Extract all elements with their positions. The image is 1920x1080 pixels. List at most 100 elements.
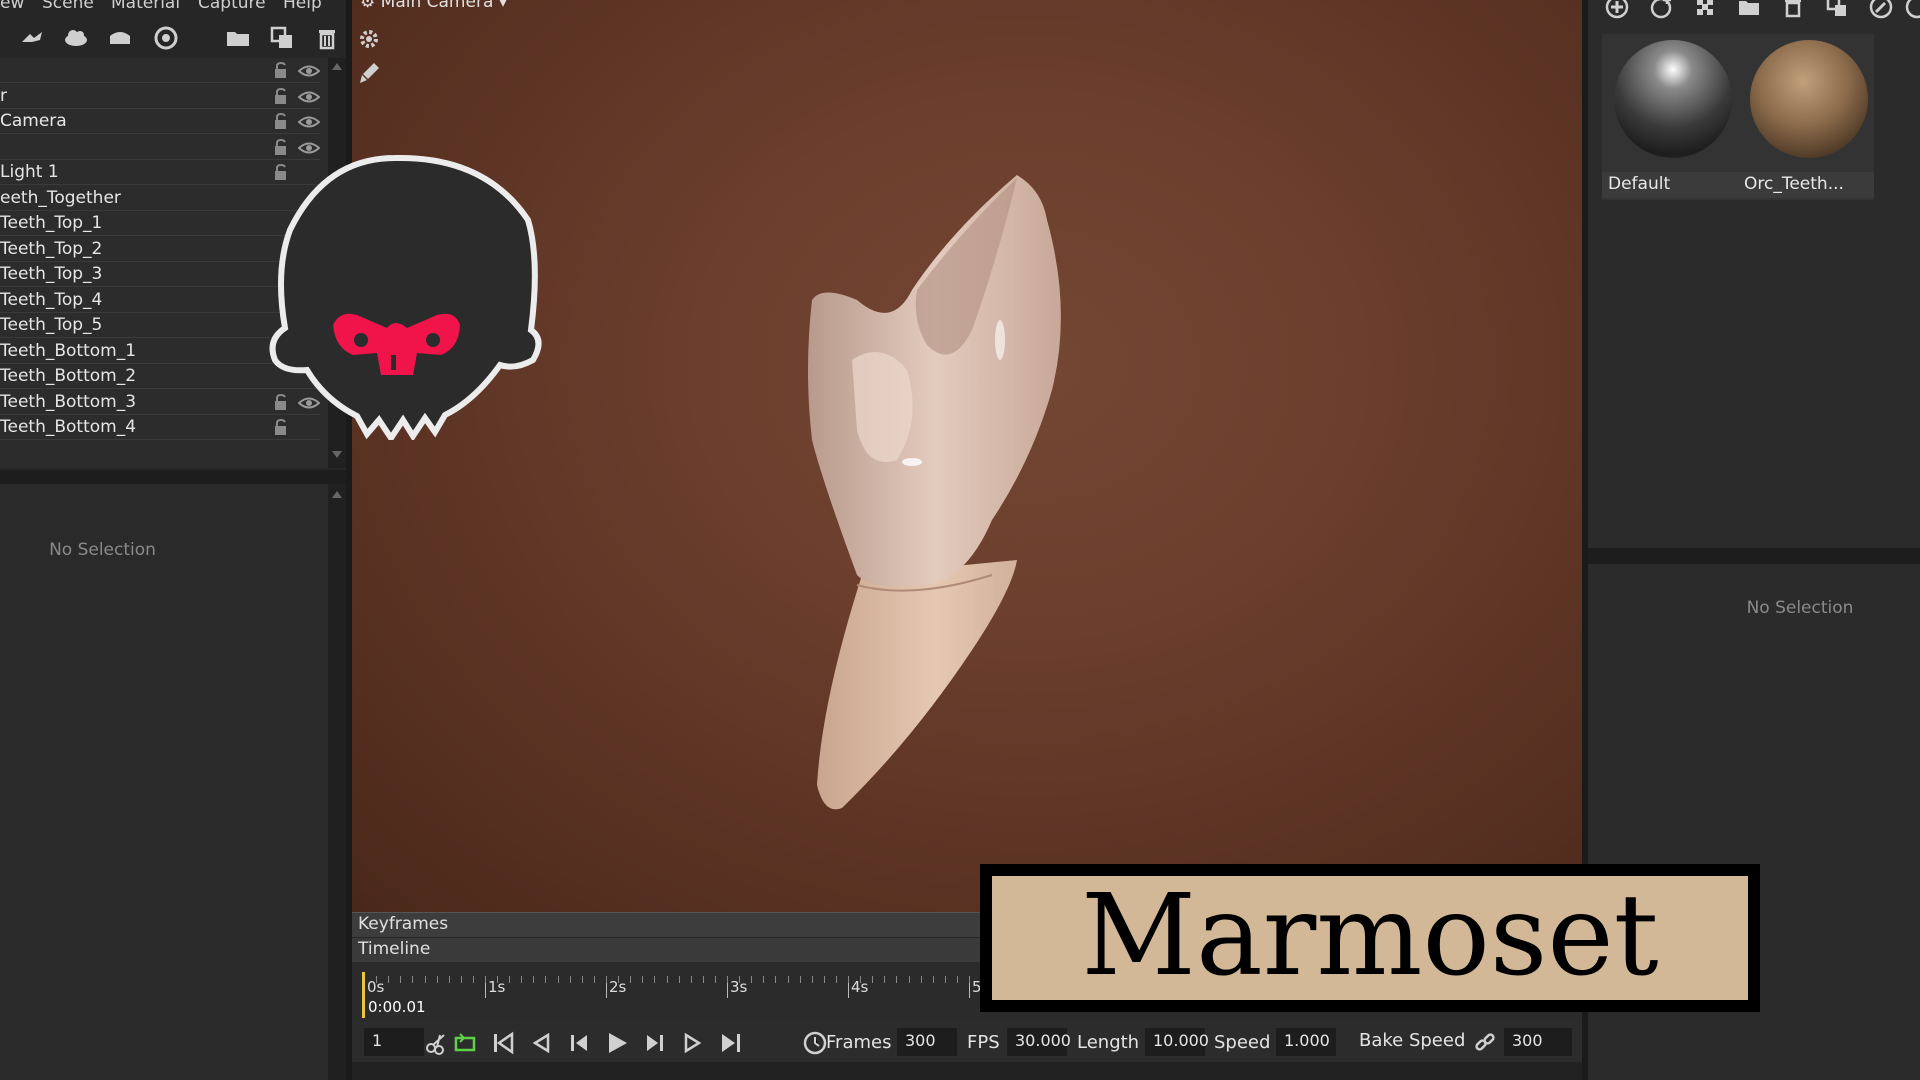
outliner-row-label: Teeth_Top_1 <box>0 213 103 233</box>
eye-icon[interactable] <box>297 114 321 128</box>
scene-toolbar <box>0 18 340 58</box>
step-forward-icon[interactable] <box>642 1030 668 1056</box>
ruler-minor-tick <box>509 976 510 983</box>
clock-icon <box>802 1030 828 1056</box>
outliner-row[interactable]: r <box>0 84 321 109</box>
link-icon[interactable] <box>1472 1030 1498 1056</box>
frame-input[interactable]: 1 <box>364 1028 424 1056</box>
brand-text: Marmoset <box>992 876 1748 1000</box>
ruler-minor-tick <box>945 976 946 983</box>
scissors-icon[interactable] <box>424 1030 450 1056</box>
ruler-minor-tick <box>642 976 643 983</box>
ruler-minor-tick <box>376 976 377 983</box>
brush-icon[interactable] <box>356 60 382 86</box>
menu-material[interactable]: Material <box>111 0 180 13</box>
length-input[interactable]: 10.000 <box>1145 1028 1209 1056</box>
panel-separator[interactable] <box>0 470 350 484</box>
ruler-minor-tick <box>570 976 571 983</box>
close-icon[interactable] <box>1904 0 1920 20</box>
length-label: Length <box>1077 1032 1140 1053</box>
ruler-minor-tick <box>497 976 498 983</box>
eye-icon[interactable] <box>297 63 321 77</box>
keyframe-track[interactable] <box>352 1062 1582 1080</box>
cloud-icon[interactable] <box>62 24 90 52</box>
ruler-minor-tick <box>739 976 740 983</box>
duplicate-icon[interactable] <box>268 24 296 52</box>
menubar: ew Scene Material Capture Help <box>0 0 350 14</box>
duplicate-icon[interactable] <box>1824 0 1850 20</box>
ruler-minor-tick <box>763 976 764 983</box>
ruler-minor-tick <box>425 976 426 983</box>
stroke-icon[interactable] <box>18 24 46 52</box>
hat-icon[interactable] <box>106 24 134 52</box>
camera-icon: ⚙ <box>360 0 376 12</box>
add-icon[interactable] <box>1604 0 1630 20</box>
trash-icon[interactable] <box>1780 0 1806 20</box>
outliner-row-label: Teeth_Bottom_2 <box>0 366 137 386</box>
material-default[interactable]: Default <box>1602 34 1738 200</box>
lock-icon[interactable] <box>272 87 290 105</box>
ruler-minor-tick <box>933 976 934 983</box>
eye-icon[interactable] <box>297 89 321 103</box>
outliner-row[interactable]: Camera <box>0 109 321 134</box>
next-key-icon[interactable] <box>680 1030 706 1056</box>
skip-end-icon[interactable] <box>718 1030 744 1056</box>
outliner-row[interactable] <box>0 58 321 83</box>
ruler-minor-tick <box>921 976 922 983</box>
prev-key-icon[interactable] <box>528 1030 554 1056</box>
ruler-minor-tick <box>751 976 752 983</box>
properties-scrollbar[interactable] <box>328 484 346 1080</box>
bake-speed-button[interactable]: Bake Speed <box>1359 1030 1465 1051</box>
gear-icon[interactable] <box>356 26 382 52</box>
menu-capture[interactable]: Capture <box>198 0 266 13</box>
ruler-minor-tick <box>606 976 607 983</box>
material-preview-sphere <box>1750 40 1868 158</box>
no-selection-text-right: No Selection <box>1746 598 1854 618</box>
panel-separator[interactable] <box>1588 548 1920 564</box>
menu-help[interactable]: Help <box>283 0 322 13</box>
lock-icon[interactable] <box>272 112 290 130</box>
ruler-minor-tick <box>654 976 655 983</box>
3d-viewport[interactable] <box>352 0 1582 912</box>
ruler-minor-tick <box>558 976 559 983</box>
bake-frames-input[interactable]: 300 <box>1504 1028 1572 1056</box>
fps-input[interactable]: 30.000 <box>1007 1028 1071 1056</box>
ruler-minor-tick <box>727 976 728 983</box>
menu-scene[interactable]: Scene <box>42 0 94 13</box>
target-icon[interactable] <box>152 24 180 52</box>
playhead[interactable] <box>362 972 365 1018</box>
skip-start-icon[interactable] <box>490 1030 516 1056</box>
tooth-model <box>808 175 1061 810</box>
brand-banner: Marmoset <box>980 864 1760 1012</box>
ruler-minor-tick <box>775 976 776 983</box>
folder-icon[interactable] <box>224 24 252 52</box>
ruler-minor-tick <box>667 976 668 983</box>
frames-label: Frames <box>826 1032 892 1053</box>
folder-icon[interactable] <box>1736 0 1762 20</box>
properties-panel-left <box>0 484 328 1080</box>
speed-label: Speed <box>1214 1032 1271 1053</box>
outliner-row-label: r <box>0 85 7 106</box>
keyframes-label: Keyframes <box>358 914 449 934</box>
camera-selector[interactable]: ⚙ Main Camera ▾ <box>360 0 507 12</box>
play-icon[interactable] <box>604 1030 630 1056</box>
lock-icon[interactable] <box>272 61 290 79</box>
ruler-minor-tick <box>533 976 534 983</box>
step-back-icon[interactable] <box>566 1030 592 1056</box>
outliner-row-label: eeth_Together <box>0 187 121 208</box>
ruler-minor-tick <box>848 976 849 983</box>
add-sphere-icon[interactable] <box>1648 0 1674 20</box>
speed-input[interactable]: 1.000 <box>1276 1028 1336 1056</box>
ruler-minor-tick <box>630 976 631 983</box>
checker-icon[interactable] <box>1692 0 1718 20</box>
edit-icon[interactable] <box>1868 0 1894 20</box>
ruler-minor-tick <box>400 976 401 983</box>
material-orc-teeth[interactable]: Orc_Teeth... <box>1738 34 1874 200</box>
ruler-minor-tick <box>691 976 692 983</box>
loop-icon[interactable] <box>452 1030 478 1056</box>
ruler-minor-tick <box>824 976 825 983</box>
trash-icon[interactable] <box>313 24 341 52</box>
menu-view[interactable]: ew <box>0 0 24 13</box>
frames-input[interactable]: 300 <box>897 1028 957 1056</box>
outliner-row-label: Teeth_Bottom_1 <box>0 340 137 361</box>
